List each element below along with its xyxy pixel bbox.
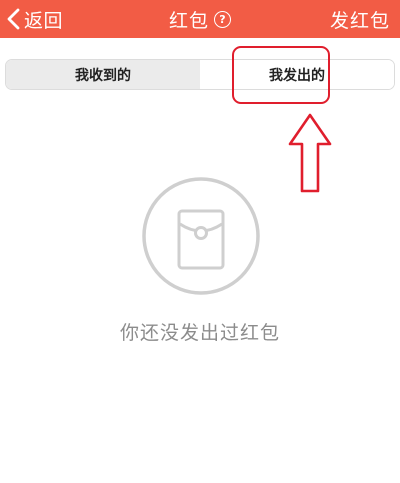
navigation-bar: 返回 红包 ? 发红包: [0, 0, 400, 38]
empty-state-message: 你还没发出过红包: [119, 322, 280, 344]
help-icon[interactable]: ?: [214, 10, 231, 28]
page-title: 红包: [168, 9, 209, 32]
tab-segmented-control: 我收到的 我发出的: [5, 59, 395, 90]
red-envelope-icon: [177, 209, 225, 270]
back-button[interactable]: 返回: [6, 0, 63, 38]
arrow-up-icon: [287, 112, 333, 198]
send-red-packet-button[interactable]: 发红包: [330, 0, 390, 38]
back-button-label: 返回: [24, 9, 64, 32]
chevron-left-icon: [6, 8, 22, 30]
empty-state-illustration: [141, 176, 261, 300]
tab-received[interactable]: 我收到的: [6, 60, 200, 89]
annotation-highlight-box: [232, 46, 330, 104]
